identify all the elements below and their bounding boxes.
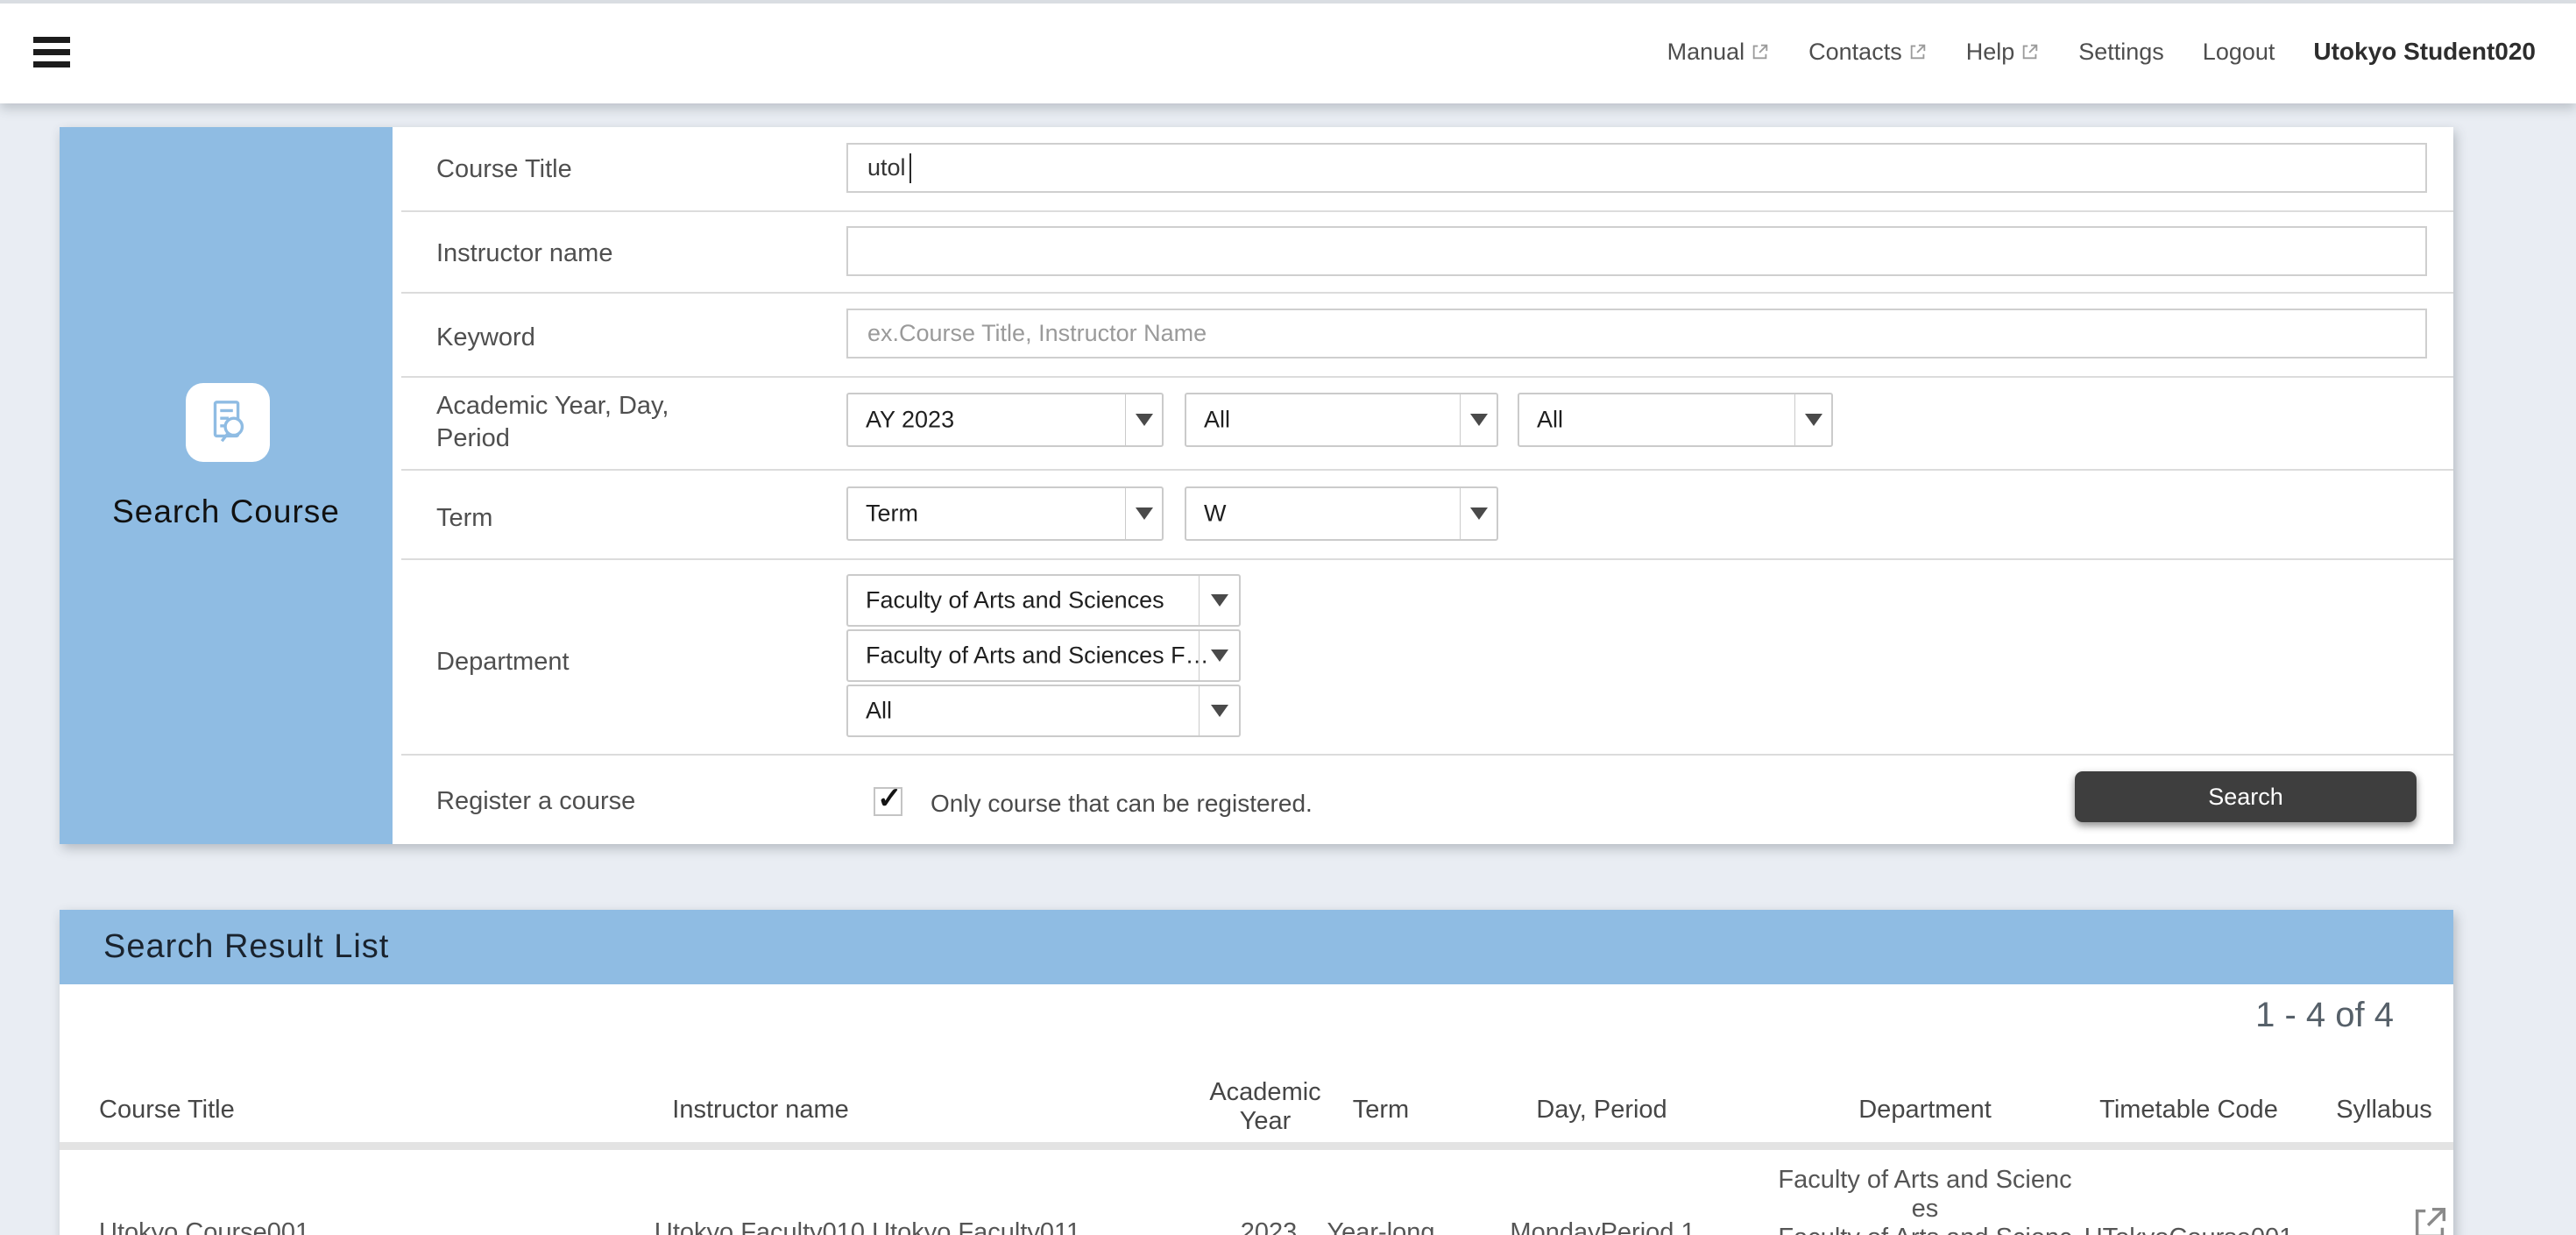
instructor-name-label: Instructor name <box>436 238 612 270</box>
academic-label-line2: Period <box>436 422 669 455</box>
external-link-icon <box>1751 42 1770 61</box>
department-sub-select-value: Faculty of Arts and Sciences F… <box>866 642 1209 670</box>
course-title-label: Course Title <box>436 153 572 186</box>
col-header-instructor: Instructor name <box>672 1096 848 1125</box>
chevron-down-icon <box>1199 631 1239 680</box>
cell-instructor: Utokyo Faculty010,Utokyo Faculty011 <box>655 1218 1080 1235</box>
row-divider <box>401 469 2453 471</box>
chevron-down-icon <box>1199 576 1239 625</box>
department-line: Faculty of Arts and Scienc <box>1778 1224 2071 1235</box>
cell-course-title[interactable]: Utokyo Course001 <box>99 1218 309 1235</box>
chevron-down-icon <box>1125 488 1162 539</box>
cell-day-period: MondayPeriod 1 <box>1510 1218 1695 1235</box>
department-sub-select[interactable]: Faculty of Arts and Sciences F… <box>846 629 1241 682</box>
nav-contacts[interactable]: Contacts <box>1808 39 1928 66</box>
nav-contacts-label: Contacts <box>1808 39 1902 66</box>
instructor-name-input[interactable] <box>846 226 2427 276</box>
search-course-sidebar: Search Course <box>60 127 393 844</box>
department-course-select-value: All <box>866 698 892 725</box>
keyword-label: Keyword <box>436 322 535 354</box>
day-select[interactable]: All <box>1185 393 1498 447</box>
col-header-day-period: Day, Period <box>1536 1096 1667 1125</box>
chevron-down-icon <box>1199 686 1239 735</box>
header-nav: Manual Contacts Help Settings <box>1667 0 2536 103</box>
chevron-down-icon <box>1794 394 1831 445</box>
cell-timetable-code: UTokyoCourse001 <box>2084 1224 2294 1235</box>
academic-year-day-period-label: Academic Year, Day, Period <box>436 390 669 455</box>
checkmark-icon: ✓ <box>877 781 902 816</box>
registerable-only-checkbox[interactable]: ✓ <box>874 787 902 816</box>
col-header-syllabus: Syllabus <box>2336 1096 2432 1125</box>
chevron-down-icon <box>1460 394 1497 445</box>
text-cursor <box>909 153 911 183</box>
cell-department: Faculty of Arts and Scienc es Faculty of… <box>1778 1166 2071 1235</box>
search-result-title: Search Result List <box>103 910 389 984</box>
col-header-course-title: Course Title <box>99 1096 235 1125</box>
registerable-only-label: Only course that can be registered. <box>931 790 1313 818</box>
term-type-select[interactable]: Term <box>846 486 1164 541</box>
row-divider <box>401 376 2453 378</box>
search-button[interactable]: Search <box>2075 771 2417 822</box>
nav-settings[interactable]: Settings <box>2078 39 2164 66</box>
nav-manual[interactable]: Manual <box>1667 39 1771 66</box>
nav-help[interactable]: Help <box>1966 39 2041 66</box>
window-top-border <box>0 0 2576 4</box>
external-link-icon <box>1908 42 1928 61</box>
search-course-icon <box>186 383 270 462</box>
period-select-value: All <box>1537 407 1563 434</box>
nav-logout-label: Logout <box>2203 39 2275 66</box>
register-a-course-label: Register a course <box>436 785 635 818</box>
term-type-select-value: Term <box>866 500 918 528</box>
department-course-select[interactable]: All <box>846 685 1241 737</box>
col-header-academic-line1: Academic <box>1209 1078 1320 1107</box>
department-label: Department <box>436 646 570 678</box>
nav-settings-label: Settings <box>2078 39 2164 66</box>
chevron-down-icon <box>1460 488 1497 539</box>
cell-academic-year: 2023 <box>1241 1218 1298 1235</box>
search-course-panel: Search Course Course Title Instructor na… <box>60 127 2453 844</box>
department-line: Faculty of Arts and Scienc <box>1778 1166 2071 1195</box>
row-divider <box>401 558 2453 560</box>
col-header-department: Department <box>1858 1096 1992 1125</box>
row-divider <box>401 754 2453 756</box>
day-select-value: All <box>1204 407 1230 434</box>
academic-year-select[interactable]: AY 2023 <box>846 393 1164 447</box>
course-title-input[interactable] <box>846 143 2427 193</box>
col-header-academic-line2: Year <box>1209 1107 1320 1136</box>
app-header: Manual Contacts Help Settings <box>0 0 2576 103</box>
cell-term: Year-long <box>1327 1218 1434 1235</box>
academic-label-line1: Academic Year, Day, <box>436 390 669 422</box>
search-course-title: Search Course <box>60 493 393 530</box>
term-label: Term <box>436 502 492 535</box>
department-faculty-select[interactable]: Faculty of Arts and Sciences <box>846 574 1241 627</box>
chevron-down-icon <box>1125 394 1162 445</box>
nav-help-label: Help <box>1966 39 2015 66</box>
table-header-divider <box>60 1142 2453 1150</box>
syllabus-external-link-icon[interactable] <box>2410 1203 2451 1235</box>
external-link-icon <box>2020 42 2040 61</box>
department-line: es <box>1778 1195 2071 1224</box>
result-range-text: 1 - 4 of 4 <box>2255 996 2394 1035</box>
user-name: Utokyo Student020 <box>2313 38 2536 66</box>
nav-manual-label: Manual <box>1667 39 1745 66</box>
nav-logout[interactable]: Logout <box>2203 39 2275 66</box>
department-faculty-select-value: Faculty of Arts and Sciences <box>866 587 1164 614</box>
term-value-select[interactable]: W <box>1185 486 1498 541</box>
academic-year-select-value: AY 2023 <box>866 407 954 434</box>
hamburger-menu-icon[interactable] <box>33 37 70 67</box>
row-divider <box>401 292 2453 294</box>
row-divider <box>401 210 2453 212</box>
keyword-input[interactable] <box>846 309 2427 358</box>
col-header-academic-year: Academic Year <box>1209 1078 1320 1136</box>
col-header-term: Term <box>1353 1096 1409 1125</box>
period-select[interactable]: All <box>1518 393 1833 447</box>
search-result-banner: Search Result List <box>60 910 2453 984</box>
search-result-panel: Search Result List 1 - 4 of 4 Course Tit… <box>60 910 2453 1235</box>
term-value-select-value: W <box>1204 500 1226 528</box>
col-header-timetable-code: Timetable Code <box>2099 1096 2278 1125</box>
